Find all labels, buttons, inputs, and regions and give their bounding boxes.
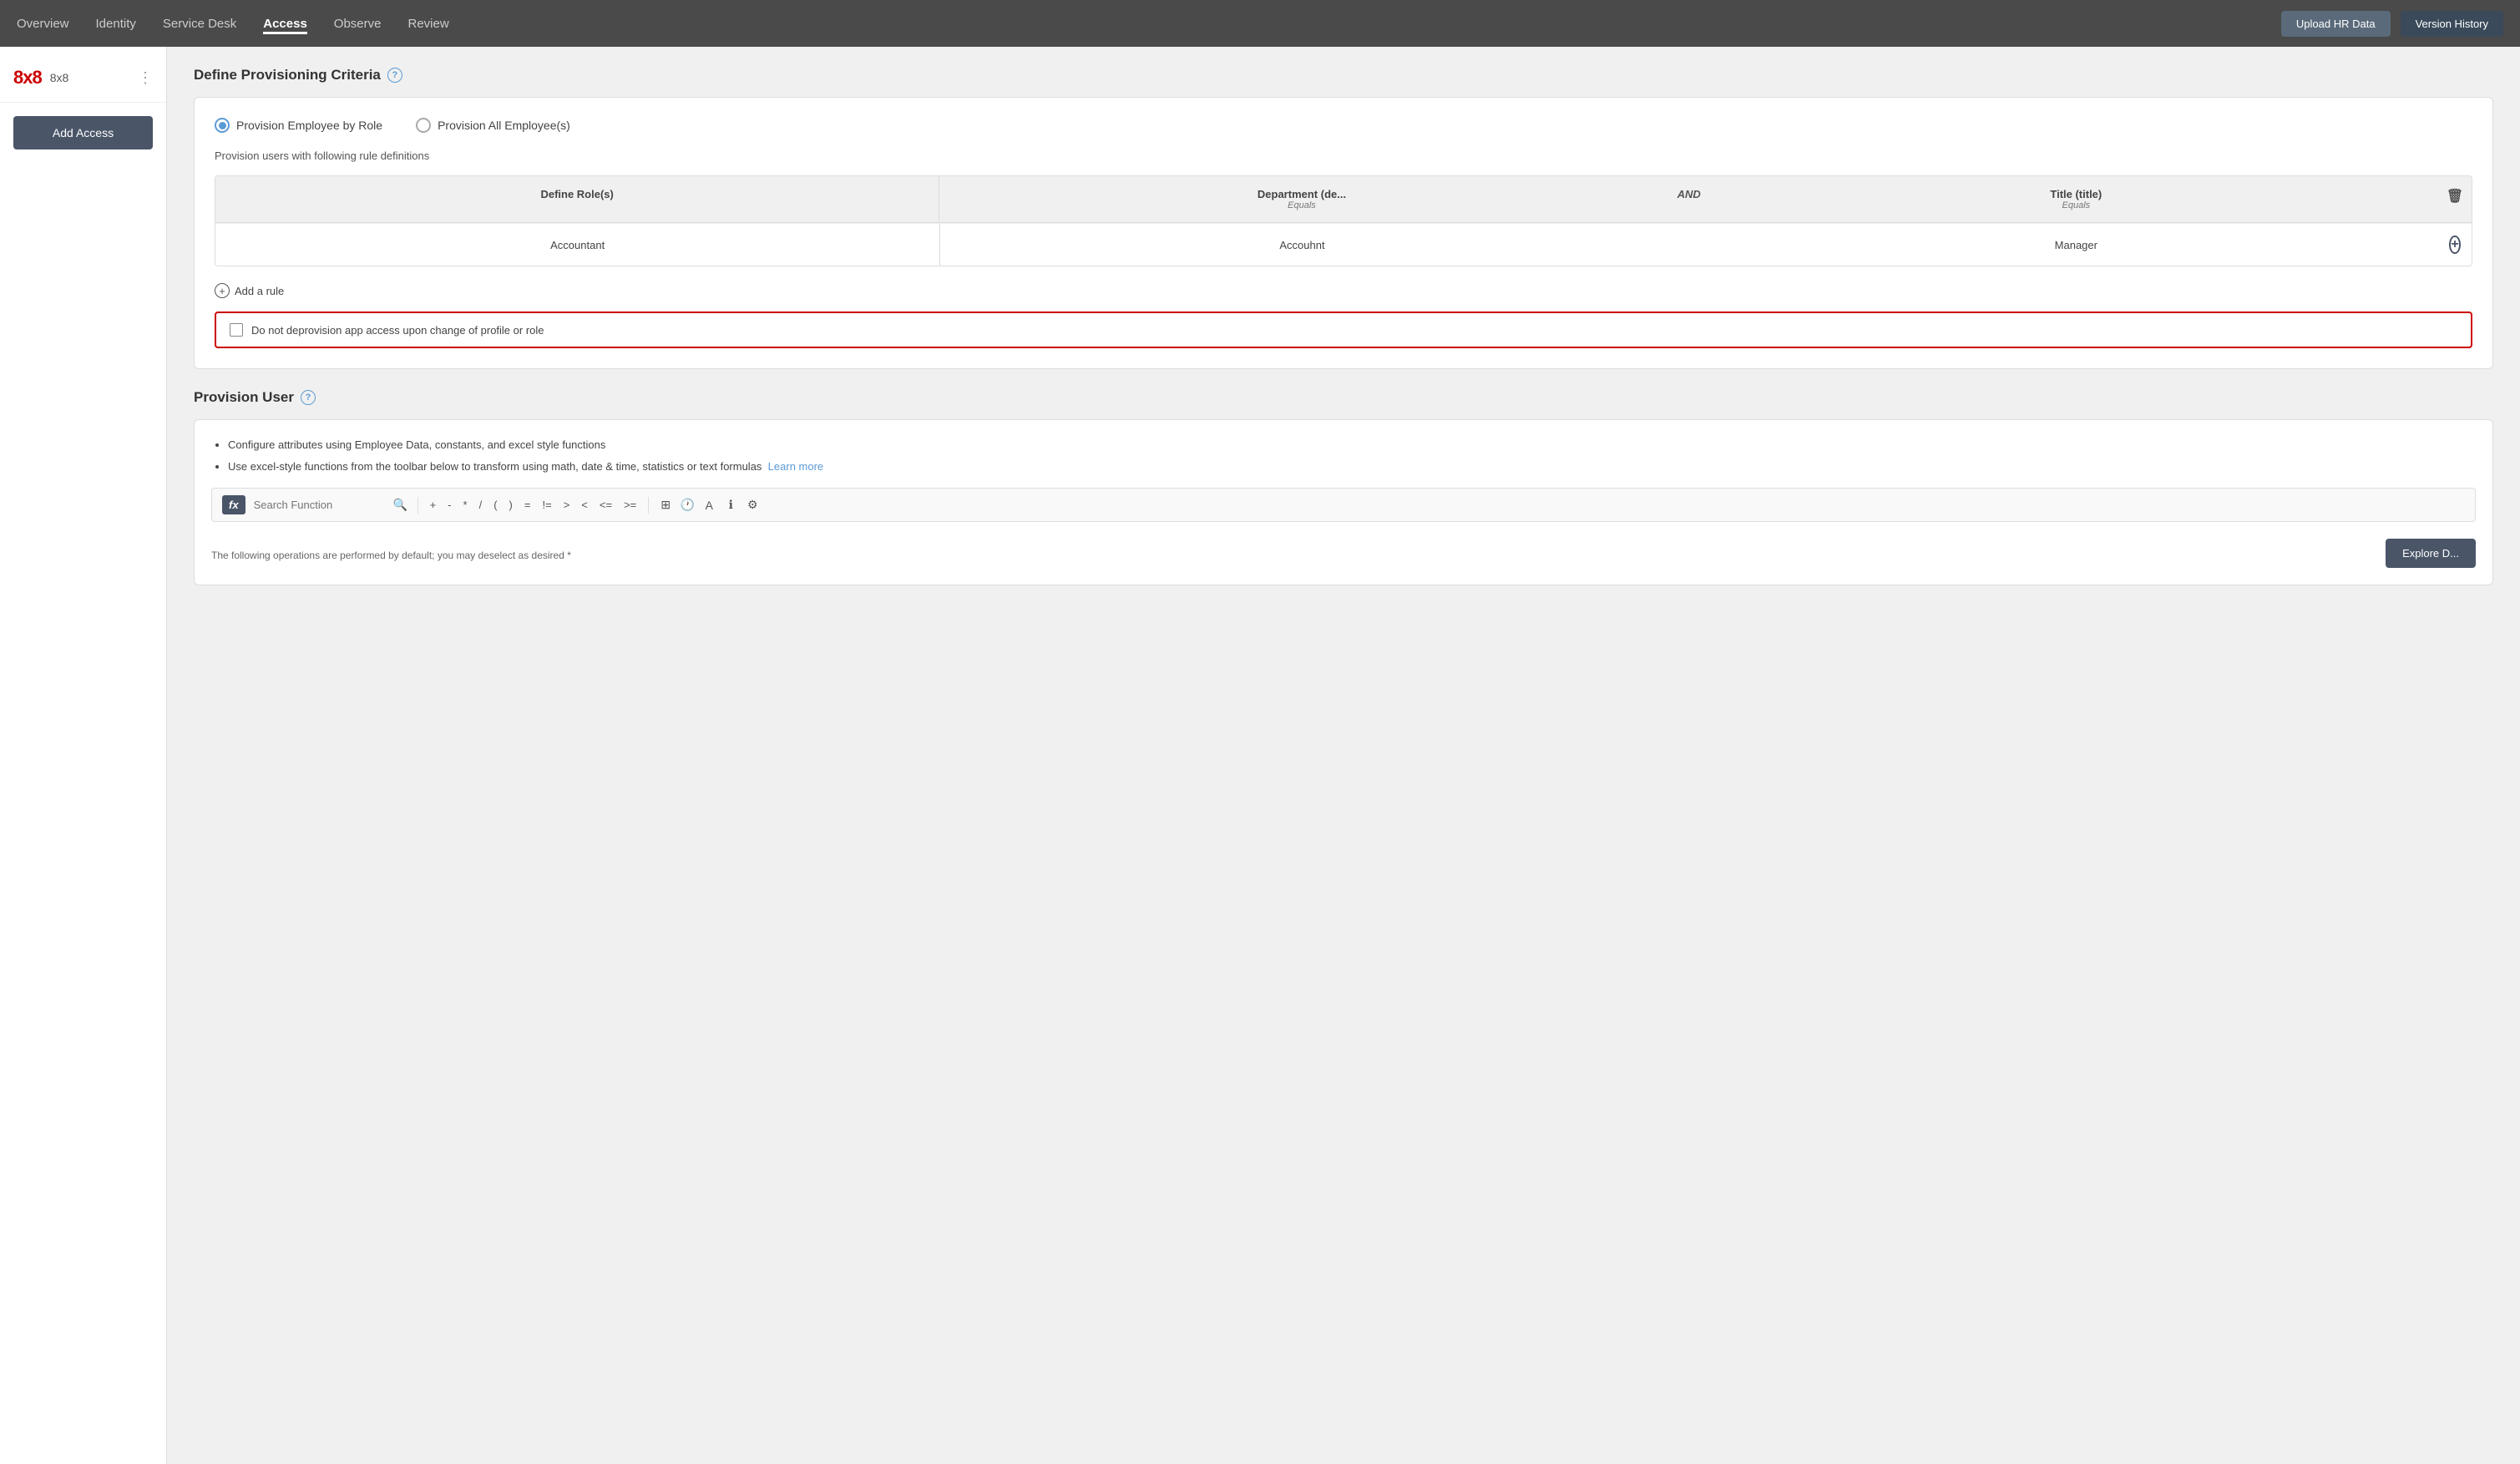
fx-badge: fx: [222, 495, 245, 514]
bottom-note: The following operations are performed b…: [211, 550, 571, 561]
toolbar-less-eq[interactable]: <=: [596, 497, 615, 513]
provision-user-title: Provision User: [194, 389, 294, 406]
nav-item-identity[interactable]: Identity: [96, 13, 136, 34]
toolbar-close-paren[interactable]: ): [506, 497, 516, 513]
brand-logo: 8x8: [13, 67, 42, 89]
toolbar-divide[interactable]: /: [476, 497, 486, 513]
col-header-delete: 🗑: [2438, 176, 2472, 222]
define-provisioning-section-title: Define Provisioning Criteria ?: [194, 67, 2493, 84]
toolbar-greater[interactable]: >: [560, 497, 574, 513]
text-icon[interactable]: A: [701, 497, 717, 514]
rule-table: Define Role(s) Department (de... Equals …: [215, 175, 2472, 266]
nav-item-overview[interactable]: Overview: [17, 13, 69, 34]
provision-user-card: Configure attributes using Employee Data…: [194, 419, 2493, 585]
col-header-and: AND: [1664, 176, 1714, 222]
nav-items-left: Overview Identity Service Desk Access Ob…: [17, 13, 449, 34]
bullet-2: Use excel-style functions from the toolb…: [228, 458, 2476, 475]
clock-icon[interactable]: 🕐: [679, 497, 696, 514]
add-rule-label: Add a rule: [235, 285, 284, 297]
col-sub-title: Equals: [1728, 200, 2425, 210]
upload-hr-data-button[interactable]: Upload HR Data: [2281, 11, 2391, 37]
rule-description: Provision users with following rule defi…: [215, 149, 2472, 162]
bullet-1: Configure attributes using Employee Data…: [228, 437, 2476, 453]
search-function-input[interactable]: [254, 499, 387, 511]
toolbar-equals[interactable]: =: [521, 497, 534, 513]
formula-toolbar: fx 🔍 + - * / ( ) = != > < <= >=: [211, 488, 2476, 522]
add-access-button[interactable]: Add Access: [13, 116, 153, 149]
provision-user-section-title: Provision User ?: [194, 389, 2493, 406]
col-header-role: Define Role(s): [215, 176, 939, 222]
radio-circle-all: [416, 118, 431, 133]
sidebar: 8x8 8x8 ⋮ Add Access: [0, 47, 167, 1464]
cell-department[interactable]: Accouhnt: [939, 224, 1663, 266]
define-provisioning-card: Provision Employee by Role Provision All…: [194, 97, 2493, 369]
deprovision-checkbox-label: Do not deprovision app access upon chang…: [251, 324, 544, 337]
radio-options-row: Provision Employee by Role Provision All…: [215, 118, 2472, 133]
toolbar-not-equals[interactable]: !=: [539, 497, 554, 513]
add-rule-row[interactable]: + Add a rule: [215, 283, 2472, 298]
toolbar-minus[interactable]: -: [444, 497, 454, 513]
toolbar-less[interactable]: <: [578, 497, 591, 513]
provision-user-bullets: Configure attributes using Employee Data…: [211, 437, 2476, 474]
nav-item-observe[interactable]: Observe: [334, 13, 382, 34]
radio-label-role: Provision Employee by Role: [236, 119, 382, 132]
radio-provision-all[interactable]: Provision All Employee(s): [416, 118, 570, 133]
cell-title[interactable]: Manager: [1714, 224, 2438, 266]
define-provisioning-help-icon[interactable]: ?: [387, 68, 402, 83]
rule-table-header: Define Role(s) Department (de... Equals …: [215, 176, 2472, 223]
cell-and-spacer: [1664, 224, 1714, 266]
radio-circle-role: [215, 118, 230, 133]
cell-role[interactable]: Accountant: [215, 224, 939, 266]
top-navigation: Overview Identity Service Desk Access Ob…: [0, 0, 2520, 47]
toolbar-greater-eq[interactable]: >=: [620, 497, 640, 513]
version-history-button[interactable]: Version History: [2401, 11, 2503, 37]
add-condition-icon[interactable]: +: [2449, 236, 2460, 254]
nav-item-access[interactable]: Access: [263, 13, 307, 34]
col-header-department: Department (de... Equals: [939, 176, 1663, 222]
toolbar-divider-1: [417, 497, 418, 514]
toolbar-divider-2: [648, 497, 649, 514]
main-content: Define Provisioning Criteria ? Provision…: [167, 47, 2520, 1464]
sidebar-brand: 8x8 8x8 ⋮: [0, 60, 166, 103]
col-header-title: Title (title) Equals: [1714, 176, 2438, 222]
settings-icon[interactable]: ⚙: [744, 497, 761, 514]
toolbar-multiply[interactable]: *: [460, 497, 471, 513]
provision-user-section: Provision User ? Configure attributes us…: [194, 389, 2493, 585]
grid-icon[interactable]: ⊞: [657, 497, 674, 514]
toolbar-open-paren[interactable]: (: [490, 497, 500, 513]
nav-items-right: Upload HR Data Version History: [2281, 11, 2503, 37]
main-layout: 8x8 8x8 ⋮ Add Access Define Provisioning…: [0, 47, 2520, 1464]
explore-button[interactable]: Explore D...: [2386, 539, 2476, 568]
nav-item-service-desk[interactable]: Service Desk: [163, 13, 236, 34]
sidebar-dots-menu[interactable]: ⋮: [138, 69, 153, 87]
deprovision-checkbox[interactable]: [230, 323, 243, 337]
radio-label-all: Provision All Employee(s): [438, 119, 570, 132]
define-provisioning-title: Define Provisioning Criteria: [194, 67, 381, 84]
provision-user-help-icon[interactable]: ?: [301, 390, 316, 405]
toolbar-plus[interactable]: +: [427, 497, 440, 513]
radio-provision-by-role[interactable]: Provision Employee by Role: [215, 118, 382, 133]
info-icon[interactable]: ℹ: [722, 497, 739, 514]
nav-item-review[interactable]: Review: [408, 13, 449, 34]
delete-rule-icon[interactable]: 🗑: [2452, 188, 2458, 205]
add-rule-icon: +: [215, 283, 230, 298]
brand-name: 8x8: [50, 71, 69, 84]
cell-add-icon[interactable]: +: [2438, 224, 2472, 266]
rule-table-row: Accountant Accouhnt Manager +: [215, 223, 2472, 266]
learn-more-link[interactable]: Learn more: [768, 460, 823, 473]
col-sub-department: Equals: [953, 200, 1650, 210]
search-function-icon[interactable]: 🔍: [392, 497, 409, 514]
deprovision-checkbox-row[interactable]: Do not deprovision app access upon chang…: [215, 312, 2472, 348]
